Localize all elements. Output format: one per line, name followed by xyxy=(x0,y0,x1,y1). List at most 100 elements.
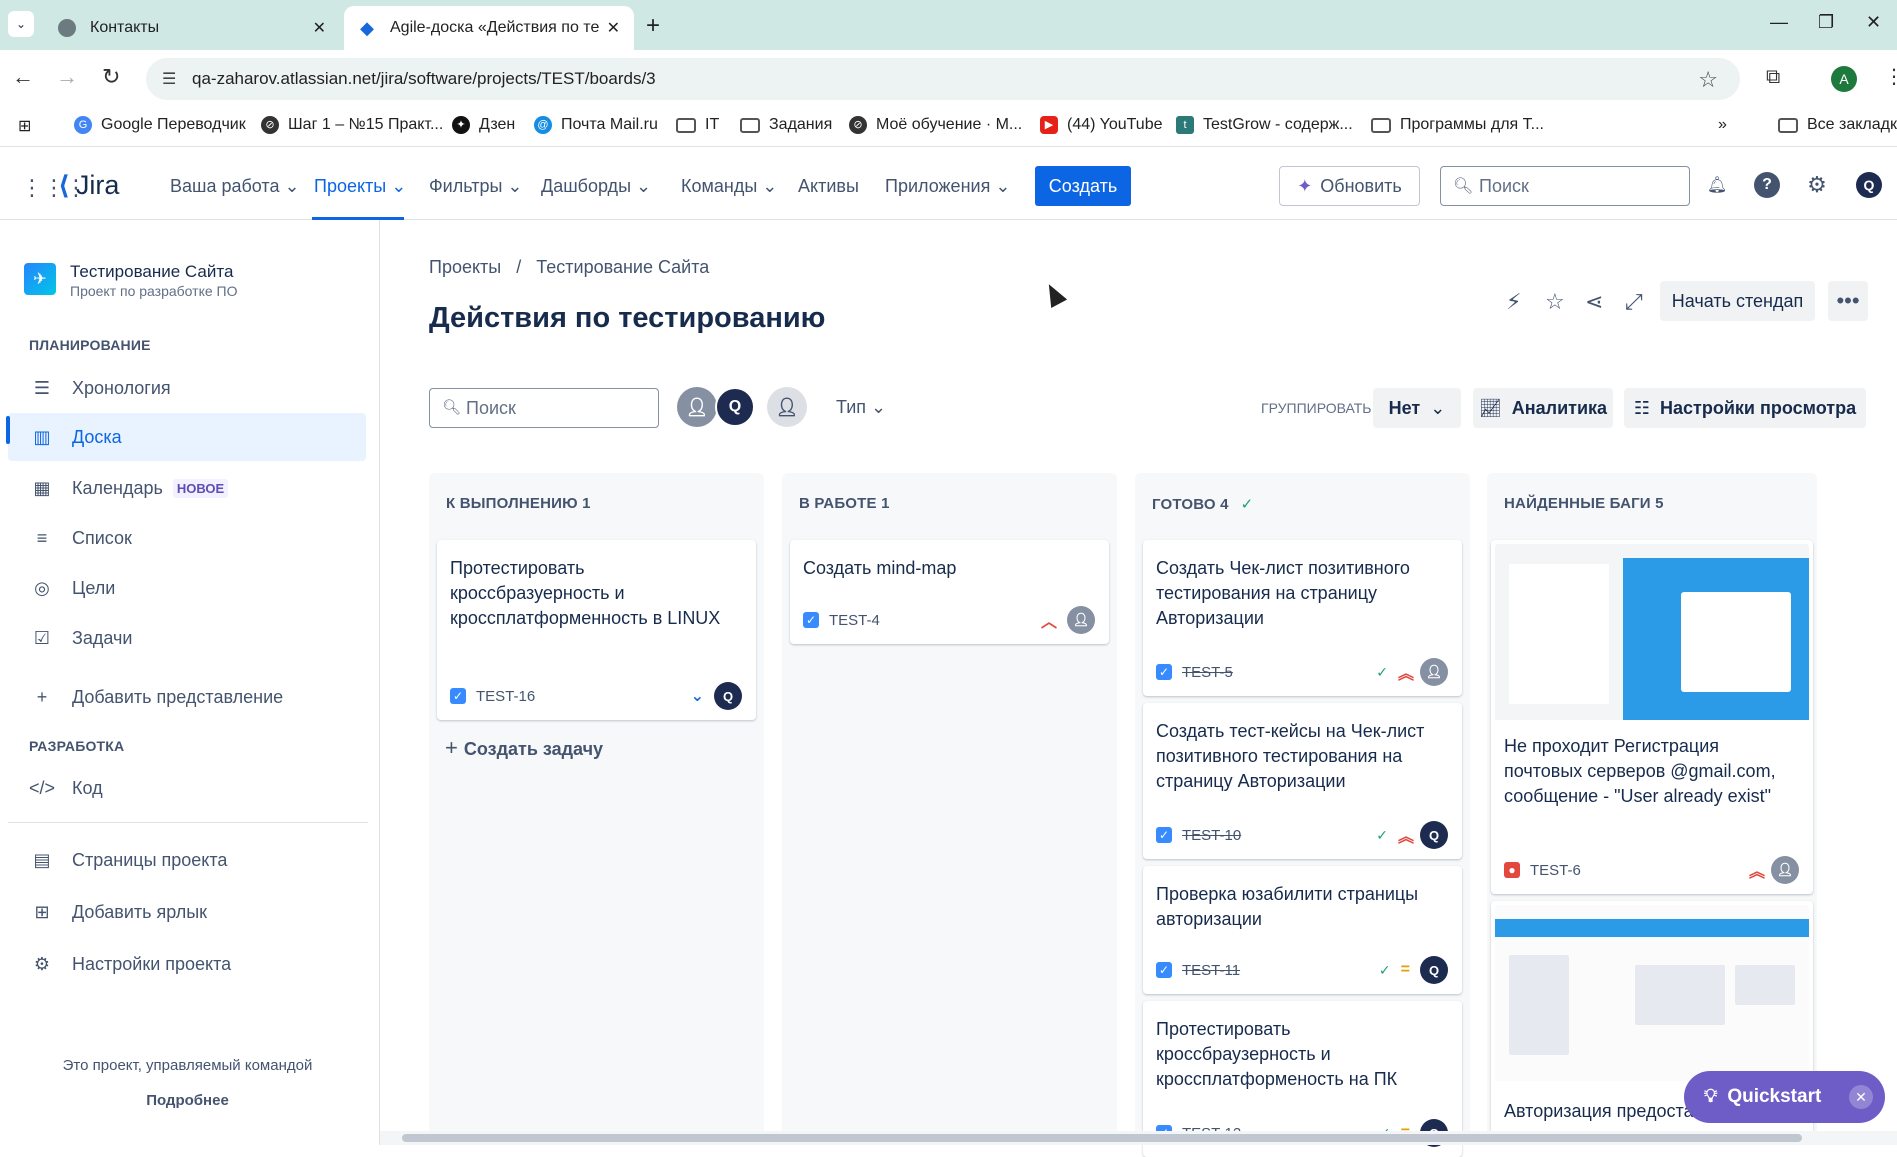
sidebar-item-board[interactable]: ▥ Доска xyxy=(8,413,366,461)
bookmark-item[interactable]: ⊘ Моё обучение · М... xyxy=(849,116,1022,134)
window-close-icon[interactable]: ✕ xyxy=(1866,12,1881,33)
board-search-input[interactable]: 🔍︎ Поиск xyxy=(429,388,659,428)
nav-assets[interactable]: Активы xyxy=(798,176,859,197)
bookmark-item[interactable]: G Google Переводчик xyxy=(74,116,246,134)
bookmark-item[interactable]: @ Почта Mail.ru xyxy=(534,116,658,134)
breadcrumb-project[interactable]: Тестирование Сайта xyxy=(536,257,709,277)
user-avatar[interactable]: Q xyxy=(1856,172,1882,198)
bookmark-star-icon[interactable]: ☆ xyxy=(1698,67,1718,93)
apps-grid-icon[interactable]: ⊞ xyxy=(18,116,31,136)
sidebar-item-goals[interactable]: ◎ Цели xyxy=(8,564,366,612)
issue-card[interactable]: Создать Чек-лист позитивного тестировани… xyxy=(1143,540,1462,696)
bookmark-item[interactable]: t TestGrow - содерж... xyxy=(1176,116,1353,134)
notifications-icon[interactable]: 🔔︎ xyxy=(1704,172,1730,198)
insights-button[interactable]: 📈︎ Аналитика xyxy=(1473,388,1613,428)
bookmark-folder[interactable]: Программы для Т... xyxy=(1371,116,1544,134)
breadcrumb-projects[interactable]: Проекты xyxy=(429,257,501,277)
automation-icon[interactable]: ⚡ xyxy=(1506,289,1521,315)
more-actions-icon[interactable]: ••• xyxy=(1828,281,1868,321)
issue-card[interactable]: Создать тест-кейсы на Чек-лист позитивно… xyxy=(1143,703,1462,859)
upgrade-button[interactable]: ✦ Обновить xyxy=(1279,166,1420,206)
sidebar-item-pages[interactable]: ▤ Страницы проекта xyxy=(8,836,366,884)
view-settings-button[interactable]: ☷ Настройки просмотра xyxy=(1624,388,1866,428)
assignee-avatar[interactable]: Q xyxy=(714,682,742,710)
browser-menu-icon[interactable]: ⋮ xyxy=(1884,64,1897,89)
sidebar-item-tasks[interactable]: ☑ Задачи xyxy=(8,614,366,662)
jira-logo[interactable]: ⟨ Jira xyxy=(58,170,119,201)
create-button[interactable]: Создать xyxy=(1035,166,1131,206)
sidebar-item-list[interactable]: ≡ Список xyxy=(8,514,366,562)
issue-key[interactable]: TEST-5 xyxy=(1182,664,1233,681)
unassigned-avatar-icon[interactable]: 👤︎ xyxy=(1771,856,1799,884)
share-icon[interactable]: ⋖ xyxy=(1585,289,1603,315)
issue-key[interactable]: TEST-10 xyxy=(1182,827,1241,844)
add-people-icon[interactable]: 👤︎ xyxy=(767,387,807,427)
nav-projects[interactable]: Проекты ⌄ xyxy=(314,176,406,197)
sidebar-item-code[interactable]: </> Код xyxy=(8,764,366,812)
browser-tab-contacts[interactable]: Контакты ✕ xyxy=(44,6,340,50)
project-avatar-icon[interactable]: ✈ xyxy=(24,263,56,295)
bookmark-folder[interactable]: Задания xyxy=(740,116,832,134)
maximize-icon[interactable]: ❐ xyxy=(1818,12,1834,33)
nav-dashboards[interactable]: Дашборды ⌄ xyxy=(541,176,651,197)
type-filter-dropdown[interactable]: Тип ⌄ xyxy=(836,397,886,418)
nav-your-work[interactable]: Ваша работа ⌄ xyxy=(170,176,300,197)
bookmark-item[interactable]: ✦ Дзен xyxy=(452,116,515,134)
browser-tab-jira[interactable]: ◆ Agile-доска «Действия по тест ✕ xyxy=(344,6,634,50)
user-filter-avatar[interactable]: Q xyxy=(715,387,755,427)
star-icon[interactable]: ☆ xyxy=(1545,289,1565,315)
reload-icon[interactable]: ↻ xyxy=(102,64,120,90)
bookmark-item[interactable]: ⊘ Шаг 1 – №15 Практ... xyxy=(261,116,443,134)
sidebar-item-project-settings[interactable]: ⚙ Настройки проекта xyxy=(8,940,366,988)
card-cover-image xyxy=(1495,905,1809,1081)
unassigned-avatar-icon[interactable]: 👤︎ xyxy=(1067,606,1095,634)
sidebar-item-timeline[interactable]: ☰ Хронология xyxy=(8,364,366,412)
issue-key[interactable]: TEST-16 xyxy=(476,688,535,705)
issue-key[interactable]: TEST-4 xyxy=(829,612,880,629)
sidebar-item-calendar[interactable]: ▦ Календарь НОВОЕ xyxy=(8,464,366,512)
issue-key[interactable]: TEST-11 xyxy=(1182,962,1240,979)
group-by-dropdown[interactable]: Нет ⌄ xyxy=(1373,388,1461,428)
all-bookmarks[interactable]: Все закладки xyxy=(1778,116,1897,134)
learn-more-link[interactable]: Подробнее xyxy=(0,1092,375,1109)
settings-gear-icon[interactable]: ⚙ xyxy=(1804,172,1830,198)
browser-profile-avatar[interactable]: A xyxy=(1831,66,1857,92)
bookmark-folder[interactable]: IT xyxy=(676,116,719,134)
quickstart-button[interactable]: 💡︎ Quickstart ✕ xyxy=(1684,1071,1885,1123)
forward-icon[interactable]: → xyxy=(56,64,78,90)
close-icon[interactable]: ✕ xyxy=(1849,1085,1873,1109)
issue-card[interactable]: Не проходит Регистрация почтовых серверо… xyxy=(1491,540,1813,894)
issue-key[interactable]: TEST-6 xyxy=(1530,862,1581,879)
minimize-icon[interactable]: — xyxy=(1770,12,1788,33)
unassigned-avatar-icon[interactable]: 👤︎ xyxy=(677,387,717,427)
add-view-button[interactable]: + Добавить представление xyxy=(8,673,366,721)
nav-filters[interactable]: Фильтры ⌄ xyxy=(429,176,523,197)
board-horizontal-scrollbar[interactable] xyxy=(380,1131,1897,1145)
unassigned-avatar-icon[interactable]: 👤︎ xyxy=(1420,658,1448,686)
bookmarks-overflow-icon[interactable]: » xyxy=(1718,116,1727,134)
extensions-icon[interactable]: ⧉ xyxy=(1766,66,1780,89)
global-search-input[interactable]: 🔍︎ Поиск xyxy=(1440,166,1690,206)
nav-apps[interactable]: Приложения ⌄ xyxy=(885,176,1010,197)
close-icon[interactable]: ✕ xyxy=(607,18,620,38)
nav-teams[interactable]: Команды ⌄ xyxy=(681,176,777,197)
create-issue-button[interactable]: + Создать задачу xyxy=(445,735,603,761)
issue-card[interactable]: Создать mind-map ✓ TEST-4 ︿ 👤︎ xyxy=(790,540,1109,644)
sidebar-item-add-shortcut[interactable]: ⊞ Добавить ярлык xyxy=(8,888,366,936)
bookmark-item[interactable]: ▶ (44) YouTube xyxy=(1040,116,1162,134)
issue-card[interactable]: Проверка юзабилити страницы авторизации … xyxy=(1143,866,1462,994)
assignee-avatar[interactable]: Q xyxy=(1420,956,1448,984)
start-standup-button[interactable]: Начать стендап xyxy=(1660,281,1815,321)
new-tab-icon[interactable]: + xyxy=(646,12,660,40)
close-icon[interactable]: ✕ xyxy=(313,18,326,38)
project-name[interactable]: Тестирование Сайта xyxy=(70,262,233,282)
back-icon[interactable]: ← xyxy=(12,64,34,90)
help-icon[interactable]: ? xyxy=(1754,172,1780,198)
assignee-avatar[interactable]: Q xyxy=(1420,821,1448,849)
site-info-icon[interactable]: ☰ xyxy=(162,69,176,89)
issue-card[interactable]: Протестировать кроссбразуерность и кросс… xyxy=(437,540,756,720)
tab-search-dropdown[interactable]: ⌄ xyxy=(8,11,34,37)
scrollbar-thumb[interactable] xyxy=(402,1134,1802,1142)
url-input[interactable]: ☰ qa-zaharov.atlassian.net/jira/software… xyxy=(146,58,1740,100)
fullscreen-icon[interactable]: ⤢ xyxy=(1625,289,1643,315)
